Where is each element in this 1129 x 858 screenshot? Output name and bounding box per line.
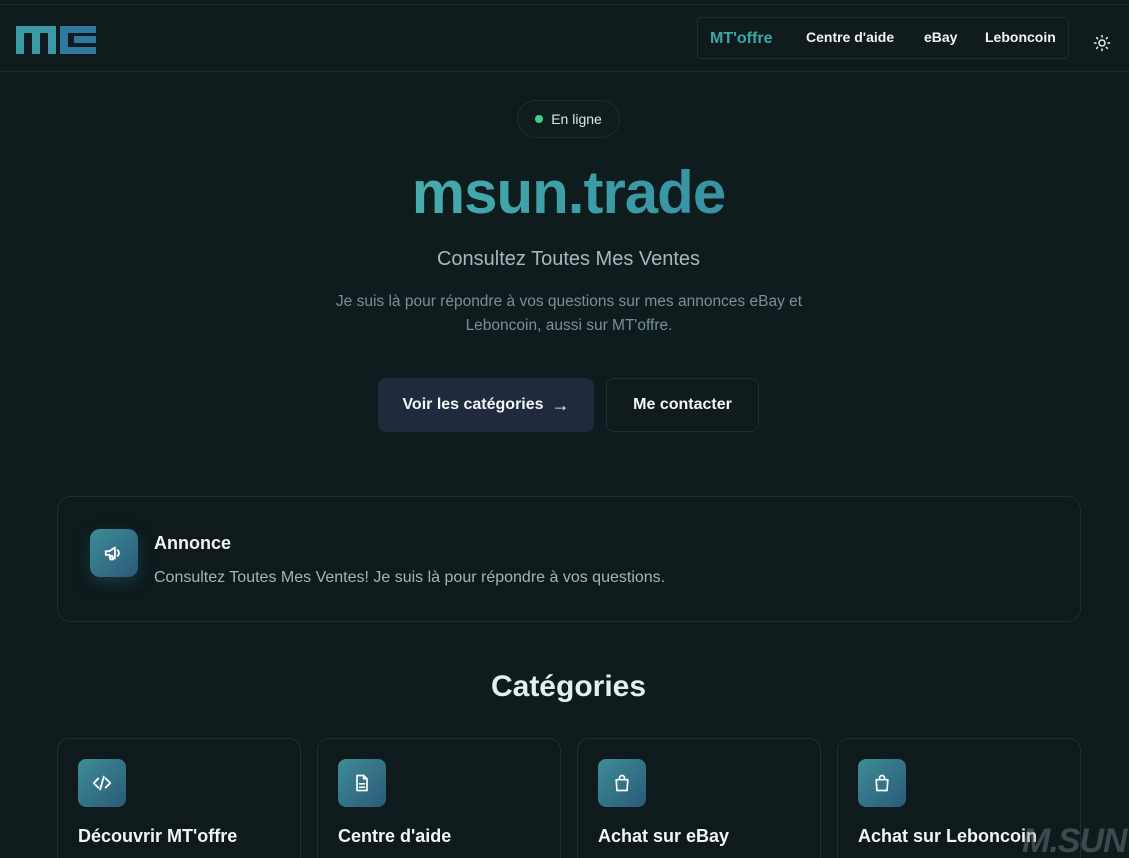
sun-icon[interactable] bbox=[1093, 34, 1111, 52]
megaphone-icon bbox=[90, 529, 138, 577]
shopping-bag-icon bbox=[858, 759, 906, 807]
hero-title: msun.trade bbox=[0, 158, 1129, 227]
status-label: En ligne bbox=[551, 111, 602, 127]
announcement-title: Annonce bbox=[154, 533, 232, 553]
category-title: Achat sur eBay bbox=[598, 826, 730, 846]
category-title: Achat sur Leboncoin bbox=[858, 826, 1038, 846]
view-categories-button[interactable]: Voir les catégories → bbox=[378, 378, 594, 432]
top-header: MT'offre Centre d'aide eBay Leboncoin bbox=[0, 4, 1129, 72]
shopping-bag-icon bbox=[598, 759, 646, 807]
contact-label: Me contacter bbox=[633, 396, 732, 413]
hero-title-text: msun.trade bbox=[411, 159, 726, 226]
nav-mtoffre[interactable]: MT'offre bbox=[710, 30, 772, 48]
code-icon bbox=[78, 759, 126, 807]
contact-button[interactable]: Me contacter bbox=[606, 378, 759, 432]
nav-centre-aide[interactable]: Centre d'aide bbox=[806, 29, 894, 45]
categories-heading: Catégories bbox=[490, 670, 647, 703]
hero-subtitle: Consultez Toutes Mes Ventes bbox=[436, 248, 701, 270]
nav-leboncoin[interactable]: Leboncoin bbox=[985, 29, 1056, 45]
main-nav: MT'offre Centre d'aide eBay Leboncoin bbox=[697, 17, 1069, 59]
document-icon bbox=[338, 759, 386, 807]
arrow-right-icon: → bbox=[551, 394, 570, 415]
watermark-logo: M.SUN bbox=[1022, 822, 1128, 858]
status-dot bbox=[535, 115, 544, 123]
nav-ebay[interactable]: eBay bbox=[924, 29, 957, 45]
category-card-centre-aide[interactable]: Centre d'aide bbox=[317, 738, 561, 858]
category-title: Centre d'aide bbox=[338, 826, 452, 846]
announcement-card: Annonce Consultez Toutes Mes Ventes! Je … bbox=[57, 496, 1081, 622]
site-logo[interactable] bbox=[16, 22, 96, 54]
category-card-ebay[interactable]: Achat sur eBay bbox=[577, 738, 821, 858]
category-card-mtoffre[interactable]: Découvrir MT'offre bbox=[57, 738, 301, 858]
announcement-text: Consultez Toutes Mes Ventes! Je suis là … bbox=[154, 569, 666, 586]
category-title: Découvrir MT'offre bbox=[78, 826, 238, 846]
hero-description: Je suis là pour répondre à vos questions… bbox=[335, 293, 803, 334]
status-badge: En ligne bbox=[517, 100, 620, 138]
view-categories-label: Voir les catégories bbox=[402, 396, 544, 413]
